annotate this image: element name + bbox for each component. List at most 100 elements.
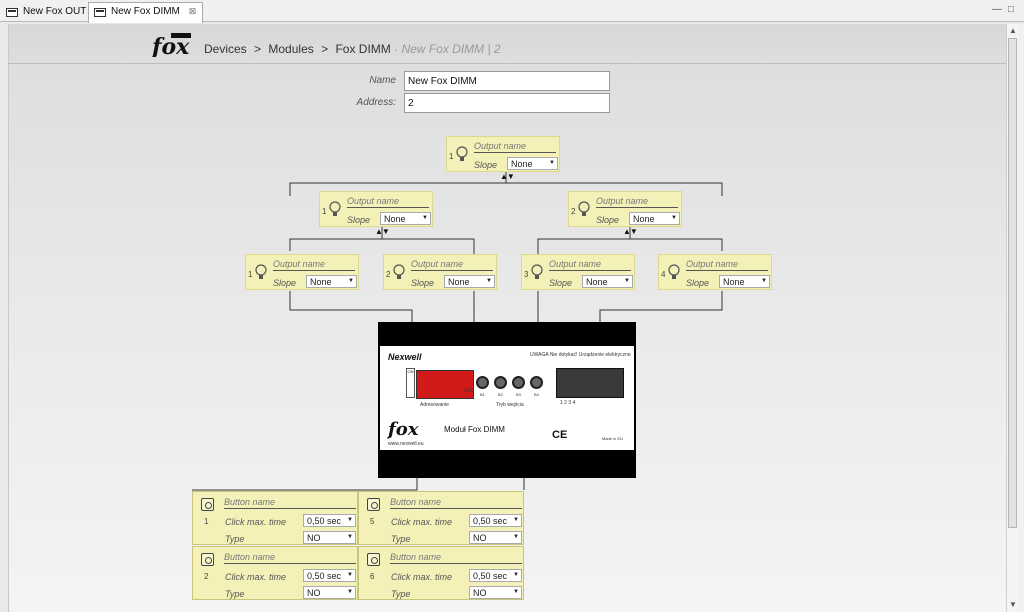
- expand-toggle-icon[interactable]: ▲▼: [375, 228, 390, 236]
- bulb-icon: [456, 146, 468, 161]
- bulb-icon: [393, 264, 405, 279]
- name-label: Name: [369, 75, 396, 86]
- button-name-field[interactable]: Button name: [390, 552, 522, 564]
- output-number: 4: [661, 270, 666, 279]
- slope-select[interactable]: None: [444, 275, 495, 288]
- output-name-field[interactable]: Output name: [474, 141, 556, 153]
- output-box-level2[interactable]: 1 Output name Slope None: [319, 191, 433, 227]
- click-time-select[interactable]: 0,50 sec: [469, 514, 522, 527]
- breadcrumb-modules[interactable]: Modules: [268, 42, 313, 56]
- button-name-field[interactable]: Button name: [224, 497, 356, 509]
- input-button-b2: [494, 376, 507, 389]
- type-select[interactable]: NO: [303, 531, 356, 544]
- type-select[interactable]: NO: [469, 531, 522, 544]
- bulb-icon: [460, 432, 474, 448]
- output-name-field[interactable]: Output name: [273, 259, 355, 271]
- output-box-level1[interactable]: 1 Output name Slope None: [446, 136, 560, 172]
- slope-label: Slope: [474, 160, 498, 170]
- slope-select[interactable]: None: [719, 275, 770, 288]
- breadcrumb-separator: >: [321, 42, 329, 56]
- output-box-level3[interactable]: 4 Output name Slope None: [658, 254, 772, 290]
- name-input[interactable]: [404, 71, 610, 91]
- output-box-level3[interactable]: 3 Output name Slope None: [521, 254, 635, 290]
- vertical-scrollbar[interactable]: ▲ ▼: [1006, 24, 1018, 612]
- button-number: 5: [370, 517, 375, 526]
- button-box[interactable]: 2 Button name Click max. time 0,50 sec T…: [192, 546, 358, 600]
- output-name-field[interactable]: Output name: [686, 259, 768, 271]
- module-icon: [445, 432, 459, 448]
- slope-label: Slope: [596, 215, 620, 225]
- output-number: 2: [386, 270, 391, 279]
- output-box-level3[interactable]: 2 Output name Slope None: [383, 254, 497, 290]
- output-box-level2[interactable]: 2 Output name Slope None: [568, 191, 682, 227]
- button-name-field[interactable]: Button name: [390, 497, 522, 509]
- scroll-down-icon[interactable]: ▼: [1009, 600, 1017, 609]
- output-name-field[interactable]: Output name: [347, 196, 429, 208]
- button-label: B3: [516, 392, 521, 397]
- output-name-field[interactable]: Output name: [549, 259, 631, 271]
- type-select[interactable]: NO: [469, 586, 522, 599]
- type-label: Type: [391, 534, 411, 544]
- minimize-icon[interactable]: —: [992, 4, 1002, 15]
- slope-label: Slope: [347, 215, 371, 225]
- terminal-label: 1 2 3 4: [560, 400, 576, 406]
- address-input[interactable]: [404, 93, 610, 113]
- device-front-panel: Nexwell UWAGA Nie dotykać! Urządzenie el…: [380, 346, 634, 450]
- slope-select[interactable]: None: [306, 275, 357, 288]
- button-number: 2: [204, 572, 209, 581]
- power-button-icon: [367, 498, 380, 511]
- breadcrumb-current: · New Fox DIMM | 2: [394, 42, 501, 56]
- scroll-up-icon[interactable]: ▲: [1009, 26, 1017, 35]
- inputs-label: Tryb wejścia: [496, 402, 524, 408]
- power-button-icon: [201, 498, 214, 511]
- slope-select[interactable]: None: [507, 157, 558, 170]
- button-box[interactable]: 5 Button name Click max. time 0,50 sec T…: [358, 491, 524, 545]
- module-icon: [94, 8, 106, 17]
- header-divider: [8, 63, 1006, 64]
- slope-label: Slope: [411, 278, 435, 288]
- slope-select[interactable]: None: [380, 212, 431, 225]
- output-box-level3[interactable]: 1 Output name Slope None: [245, 254, 359, 290]
- breadcrumb-separator: >: [254, 42, 262, 56]
- maximize-icon[interactable]: □: [1008, 4, 1014, 15]
- button-box[interactable]: 6 Button name Click max. time 0,50 sec T…: [358, 546, 524, 600]
- slope-select[interactable]: None: [582, 275, 633, 288]
- input-button-b3: [512, 376, 525, 389]
- editor-tab-bar: New Fox OUT New Fox DIMM ⊠ — □: [0, 0, 1024, 23]
- bulb-icon: [531, 264, 543, 279]
- led-label: LED: [464, 388, 474, 394]
- bulb-icon: [329, 201, 341, 216]
- expand-toggle-icon[interactable]: ▲▼: [623, 228, 638, 236]
- scrollbar-thumb[interactable]: [1008, 38, 1017, 528]
- output-number: 1: [322, 207, 327, 216]
- output-name-field[interactable]: Output name: [411, 259, 493, 271]
- button-box[interactable]: 1 Button name Click max. time 0,50 sec T…: [192, 491, 358, 545]
- slope-label: Slope: [686, 278, 710, 288]
- button-number: 1: [204, 517, 209, 526]
- output-number: 2: [571, 207, 576, 216]
- on-off-switch: ON: [406, 368, 415, 398]
- type-select[interactable]: NO: [303, 586, 356, 599]
- right-edge: [1018, 24, 1024, 612]
- slope-select[interactable]: None: [629, 212, 680, 225]
- slope-label: Slope: [549, 278, 573, 288]
- slope-label: Slope: [273, 278, 297, 288]
- fox-dimm-device[interactable]: Nexwell UWAGA Nie dotykać! Urządzenie el…: [378, 322, 636, 478]
- click-time-label: Click max. time: [225, 572, 287, 582]
- tab-new-fox-dimm[interactable]: New Fox DIMM ⊠: [88, 2, 204, 23]
- address-label: Adresowanie: [420, 402, 449, 408]
- click-time-select[interactable]: 0,50 sec: [303, 514, 356, 527]
- output-name-field[interactable]: Output name: [596, 196, 678, 208]
- expand-toggle-icon[interactable]: ▲▼: [500, 173, 515, 181]
- close-tab-icon[interactable]: ⊠: [189, 6, 197, 16]
- breadcrumb-devices[interactable]: Devices: [204, 42, 247, 56]
- on-label: ON: [407, 369, 414, 374]
- click-time-select[interactable]: 0,50 sec: [303, 569, 356, 582]
- button-name-field[interactable]: Button name: [224, 552, 356, 564]
- tab-label: New Fox OUT: [23, 6, 87, 17]
- click-time-select[interactable]: 0,50 sec: [469, 569, 522, 582]
- bulb-icon: [255, 264, 267, 279]
- type-label: Type: [391, 589, 411, 599]
- breadcrumb-fox-dimm[interactable]: Fox DIMM: [335, 42, 390, 56]
- tab-new-fox-out[interactable]: New Fox OUT: [0, 2, 93, 22]
